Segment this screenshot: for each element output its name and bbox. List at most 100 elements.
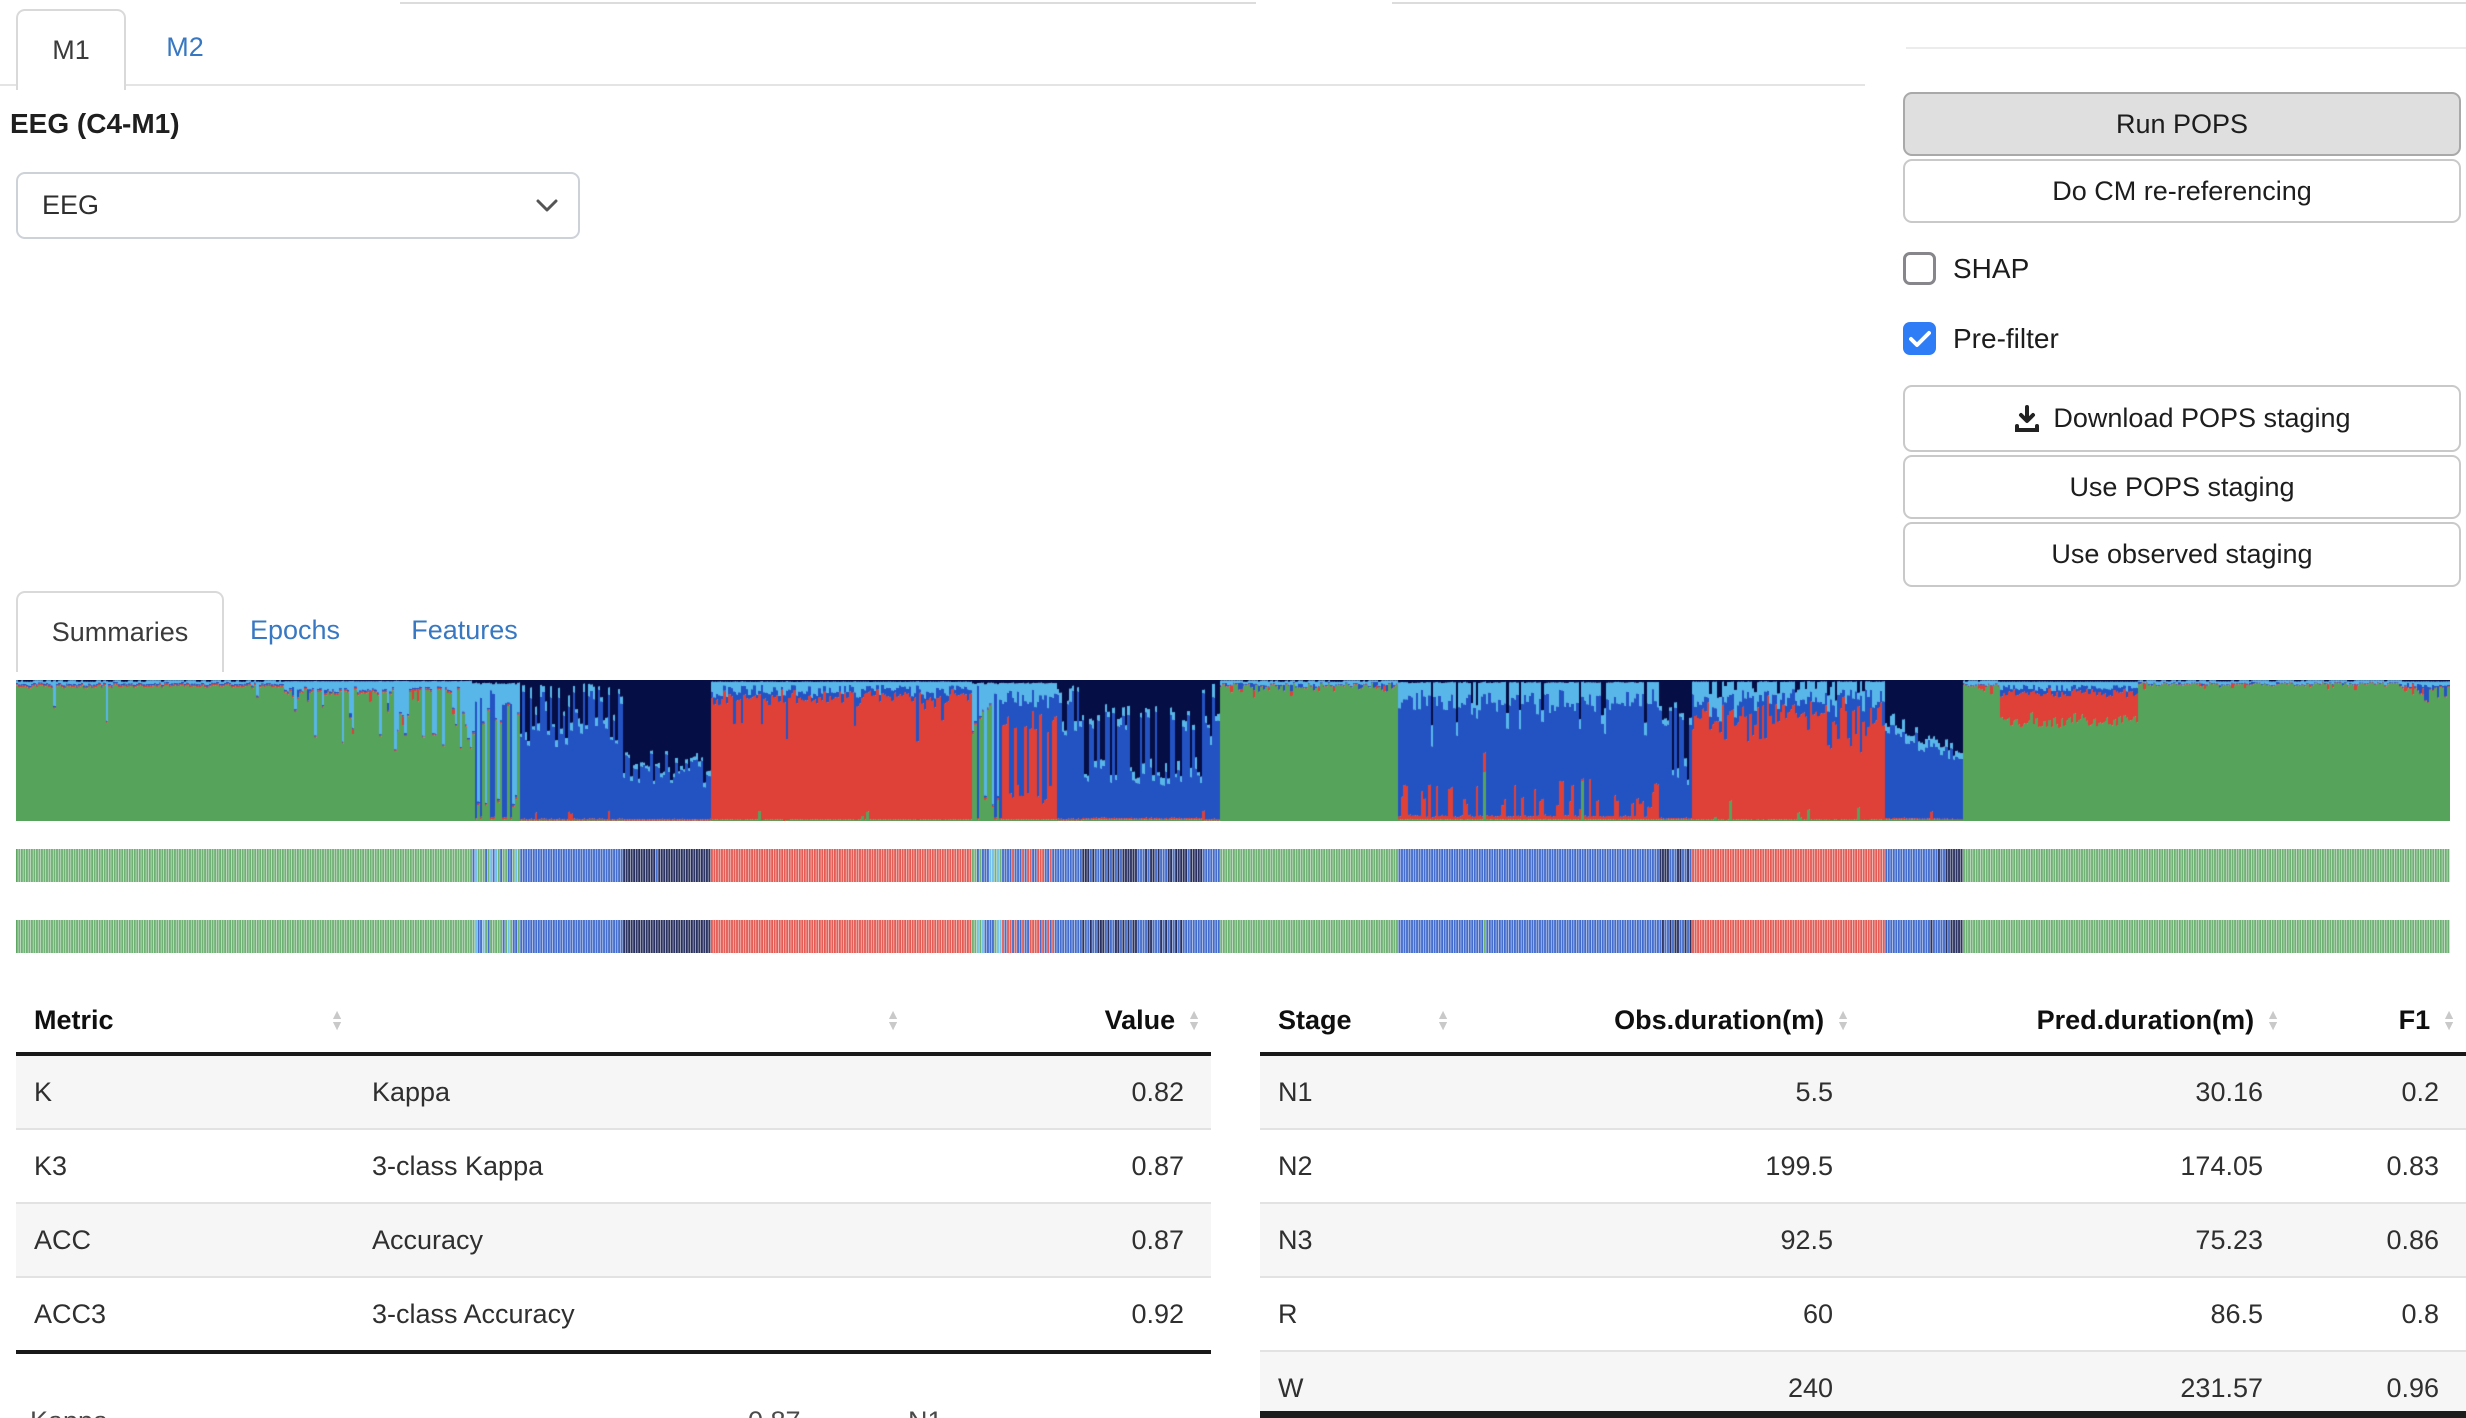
cm-rereference-label: Do CM re-referencing bbox=[2052, 176, 2312, 207]
signal-heading: EEG (C4-M1) bbox=[10, 108, 180, 140]
clipped-cell: Kappa bbox=[30, 1406, 108, 1418]
sort-icon[interactable]: ▲▼ bbox=[1836, 1009, 1850, 1031]
stage-table-row: N2199.5174.050.83 bbox=[1260, 1129, 2466, 1203]
tab-summaries-label: Summaries bbox=[52, 617, 189, 648]
column-label: F1 bbox=[2399, 1005, 2431, 1036]
stage-table-cell: 0.8 bbox=[2290, 1277, 2466, 1351]
stage-table-cell: 0.96 bbox=[2290, 1351, 2466, 1418]
sort-icon[interactable]: ▲▼ bbox=[1187, 1009, 1201, 1031]
sort-icon[interactable]: ▲▼ bbox=[330, 1009, 344, 1031]
stage-table-cell: 0.2 bbox=[2290, 1054, 2466, 1129]
tab-epochs-label: Epochs bbox=[250, 615, 340, 646]
stage-table-cell: 5.5 bbox=[1460, 1054, 1860, 1129]
column-label: Stage bbox=[1278, 1005, 1352, 1036]
metrics-table-cell: Kappa bbox=[354, 1054, 910, 1129]
stage-table-cell: 60 bbox=[1460, 1277, 1860, 1351]
stage-table-header-row: Stage▲▼Obs.duration(m)▲▼Pred.duration(m)… bbox=[1260, 988, 2466, 1054]
stage-table-cell: 0.86 bbox=[2290, 1203, 2466, 1277]
metrics-table-cell: K bbox=[16, 1054, 354, 1129]
stage-table-cell: 30.16 bbox=[1860, 1054, 2290, 1129]
stage-table-header-f1[interactable]: F1 ▲▼ bbox=[2290, 988, 2466, 1054]
prefilter-checkbox-label[interactable]: Pre-filter bbox=[1953, 323, 2059, 355]
metrics-table-row: ACC33-class Accuracy0.92 bbox=[16, 1277, 1211, 1352]
sort-icon[interactable]: ▲▼ bbox=[886, 1009, 900, 1031]
run-pops-button[interactable]: Run POPS bbox=[1903, 92, 2461, 156]
stage-table-cell: 86.5 bbox=[1860, 1277, 2290, 1351]
stage-table-cell: R bbox=[1260, 1277, 1460, 1351]
metrics-table-cell: 0.82 bbox=[910, 1054, 1211, 1129]
tab-m2-label: M2 bbox=[166, 32, 204, 63]
metrics-table-cell: 0.87 bbox=[910, 1203, 1211, 1277]
stage-table-cell: N1 bbox=[1260, 1054, 1460, 1129]
prefilter-checkbox[interactable] bbox=[1903, 322, 1936, 355]
metrics-table-cell: 0.87 bbox=[910, 1129, 1211, 1203]
metrics-table-cell: 3-class Kappa bbox=[354, 1129, 910, 1203]
clipped-cell: 0.87 bbox=[748, 1406, 801, 1418]
download-icon bbox=[2013, 405, 2041, 433]
stage-table-bottom-border bbox=[1260, 1411, 2466, 1418]
sort-icon[interactable]: ▲▼ bbox=[2266, 1009, 2280, 1031]
metrics-table-container: Metric▲▼▲▼Value▲▼KKappa0.82K33-class Kap… bbox=[16, 988, 1211, 1354]
column-label: Value bbox=[1105, 1005, 1176, 1036]
pops-staging-panel: M1 M2 EEG (C4-M1) EEG Run POPS Do CM re-… bbox=[0, 0, 2466, 1418]
tab-m1[interactable]: M1 bbox=[16, 9, 126, 90]
metrics-table-cell: Accuracy bbox=[354, 1203, 910, 1277]
use-pops-staging-button[interactable]: Use POPS staging bbox=[1903, 455, 2461, 519]
stage-table: Stage▲▼Obs.duration(m)▲▼Pred.duration(m)… bbox=[1260, 988, 2466, 1418]
sort-icon[interactable]: ▲▼ bbox=[1436, 1009, 1450, 1031]
stage-table-row: N15.530.160.2 bbox=[1260, 1054, 2466, 1129]
metrics-table-header-blank[interactable]: ▲▼ bbox=[354, 988, 910, 1054]
download-pops-staging-button[interactable]: Download POPS staging bbox=[1903, 385, 2461, 452]
stage-table-header-pred-duration-m-[interactable]: Pred.duration(m) ▲▼ bbox=[1860, 988, 2290, 1054]
metrics-table-header-metric[interactable]: Metric ▲▼ bbox=[16, 988, 354, 1054]
use-pops-staging-label: Use POPS staging bbox=[2069, 472, 2294, 503]
observed-stage-strip bbox=[16, 920, 2450, 953]
clipped-cell: N1 bbox=[908, 1406, 943, 1418]
metrics-table-cell: K3 bbox=[16, 1129, 354, 1203]
stage-table-cell: 75.23 bbox=[1860, 1203, 2290, 1277]
clipped-partial-row: Kappa 0.87 N1 bbox=[16, 1404, 1211, 1418]
stage-table-header-obs-duration-m-[interactable]: Obs.duration(m) ▲▼ bbox=[1460, 988, 1860, 1054]
stage-table-header-stage[interactable]: Stage ▲▼ bbox=[1260, 988, 1460, 1054]
stage-table-cell: 92.5 bbox=[1460, 1203, 1860, 1277]
panel-divider bbox=[1906, 47, 2466, 49]
tab-m2[interactable]: M2 bbox=[140, 9, 230, 86]
tab-epochs[interactable]: Epochs bbox=[230, 591, 360, 670]
metrics-table: Metric▲▼▲▼Value▲▼KKappa0.82K33-class Kap… bbox=[16, 988, 1211, 1354]
stage-table-cell: 240 bbox=[1460, 1351, 1860, 1418]
cm-rereference-button[interactable]: Do CM re-referencing bbox=[1903, 159, 2461, 223]
metrics-table-header-value[interactable]: Value ▲▼ bbox=[910, 988, 1211, 1054]
stage-table-cell: 0.83 bbox=[2290, 1129, 2466, 1203]
column-label: Pred.duration(m) bbox=[2037, 1005, 2255, 1036]
metrics-table-cell: 3-class Accuracy bbox=[354, 1277, 910, 1352]
hypnodensity-chart bbox=[16, 680, 2450, 821]
stage-table-container: Stage▲▼Obs.duration(m)▲▼Pred.duration(m)… bbox=[1260, 988, 2466, 1418]
stage-table-row: N392.575.230.86 bbox=[1260, 1203, 2466, 1277]
top-border-left bbox=[400, 2, 1256, 4]
sort-icon[interactable]: ▲▼ bbox=[2442, 1009, 2456, 1031]
use-observed-staging-label: Use observed staging bbox=[2051, 539, 2312, 570]
stage-table-cell: 231.57 bbox=[1860, 1351, 2290, 1418]
predicted-stage-strip bbox=[16, 849, 2450, 882]
metrics-table-cell: ACC bbox=[16, 1203, 354, 1277]
stage-table-row: W240231.570.96 bbox=[1260, 1351, 2466, 1418]
metrics-table-row: KKappa0.82 bbox=[16, 1054, 1211, 1129]
use-observed-staging-button[interactable]: Use observed staging bbox=[1903, 522, 2461, 587]
shap-checkbox-label[interactable]: SHAP bbox=[1953, 253, 2029, 285]
column-label: Obs.duration(m) bbox=[1614, 1005, 1824, 1036]
stage-table-cell: N3 bbox=[1260, 1203, 1460, 1277]
signal-select[interactable]: EEG bbox=[16, 172, 580, 239]
tab-summaries[interactable]: Summaries bbox=[16, 591, 224, 672]
tab-features[interactable]: Features bbox=[392, 591, 537, 670]
download-pops-staging-label: Download POPS staging bbox=[2053, 403, 2350, 434]
model-tabs-underline bbox=[0, 84, 1865, 86]
metrics-table-row: ACCAccuracy0.87 bbox=[16, 1203, 1211, 1277]
signal-select-value: EEG bbox=[42, 190, 99, 221]
column-label: Metric bbox=[34, 1005, 114, 1036]
stage-table-row: R6086.50.8 bbox=[1260, 1277, 2466, 1351]
stage-table-cell: 174.05 bbox=[1860, 1129, 2290, 1203]
chevron-down-icon bbox=[536, 199, 558, 213]
shap-checkbox[interactable] bbox=[1903, 252, 1936, 285]
stage-table-cell: W bbox=[1260, 1351, 1460, 1418]
metrics-table-header-row: Metric ▲▼ ▲▼ Value ▲▼ bbox=[16, 988, 1211, 1054]
